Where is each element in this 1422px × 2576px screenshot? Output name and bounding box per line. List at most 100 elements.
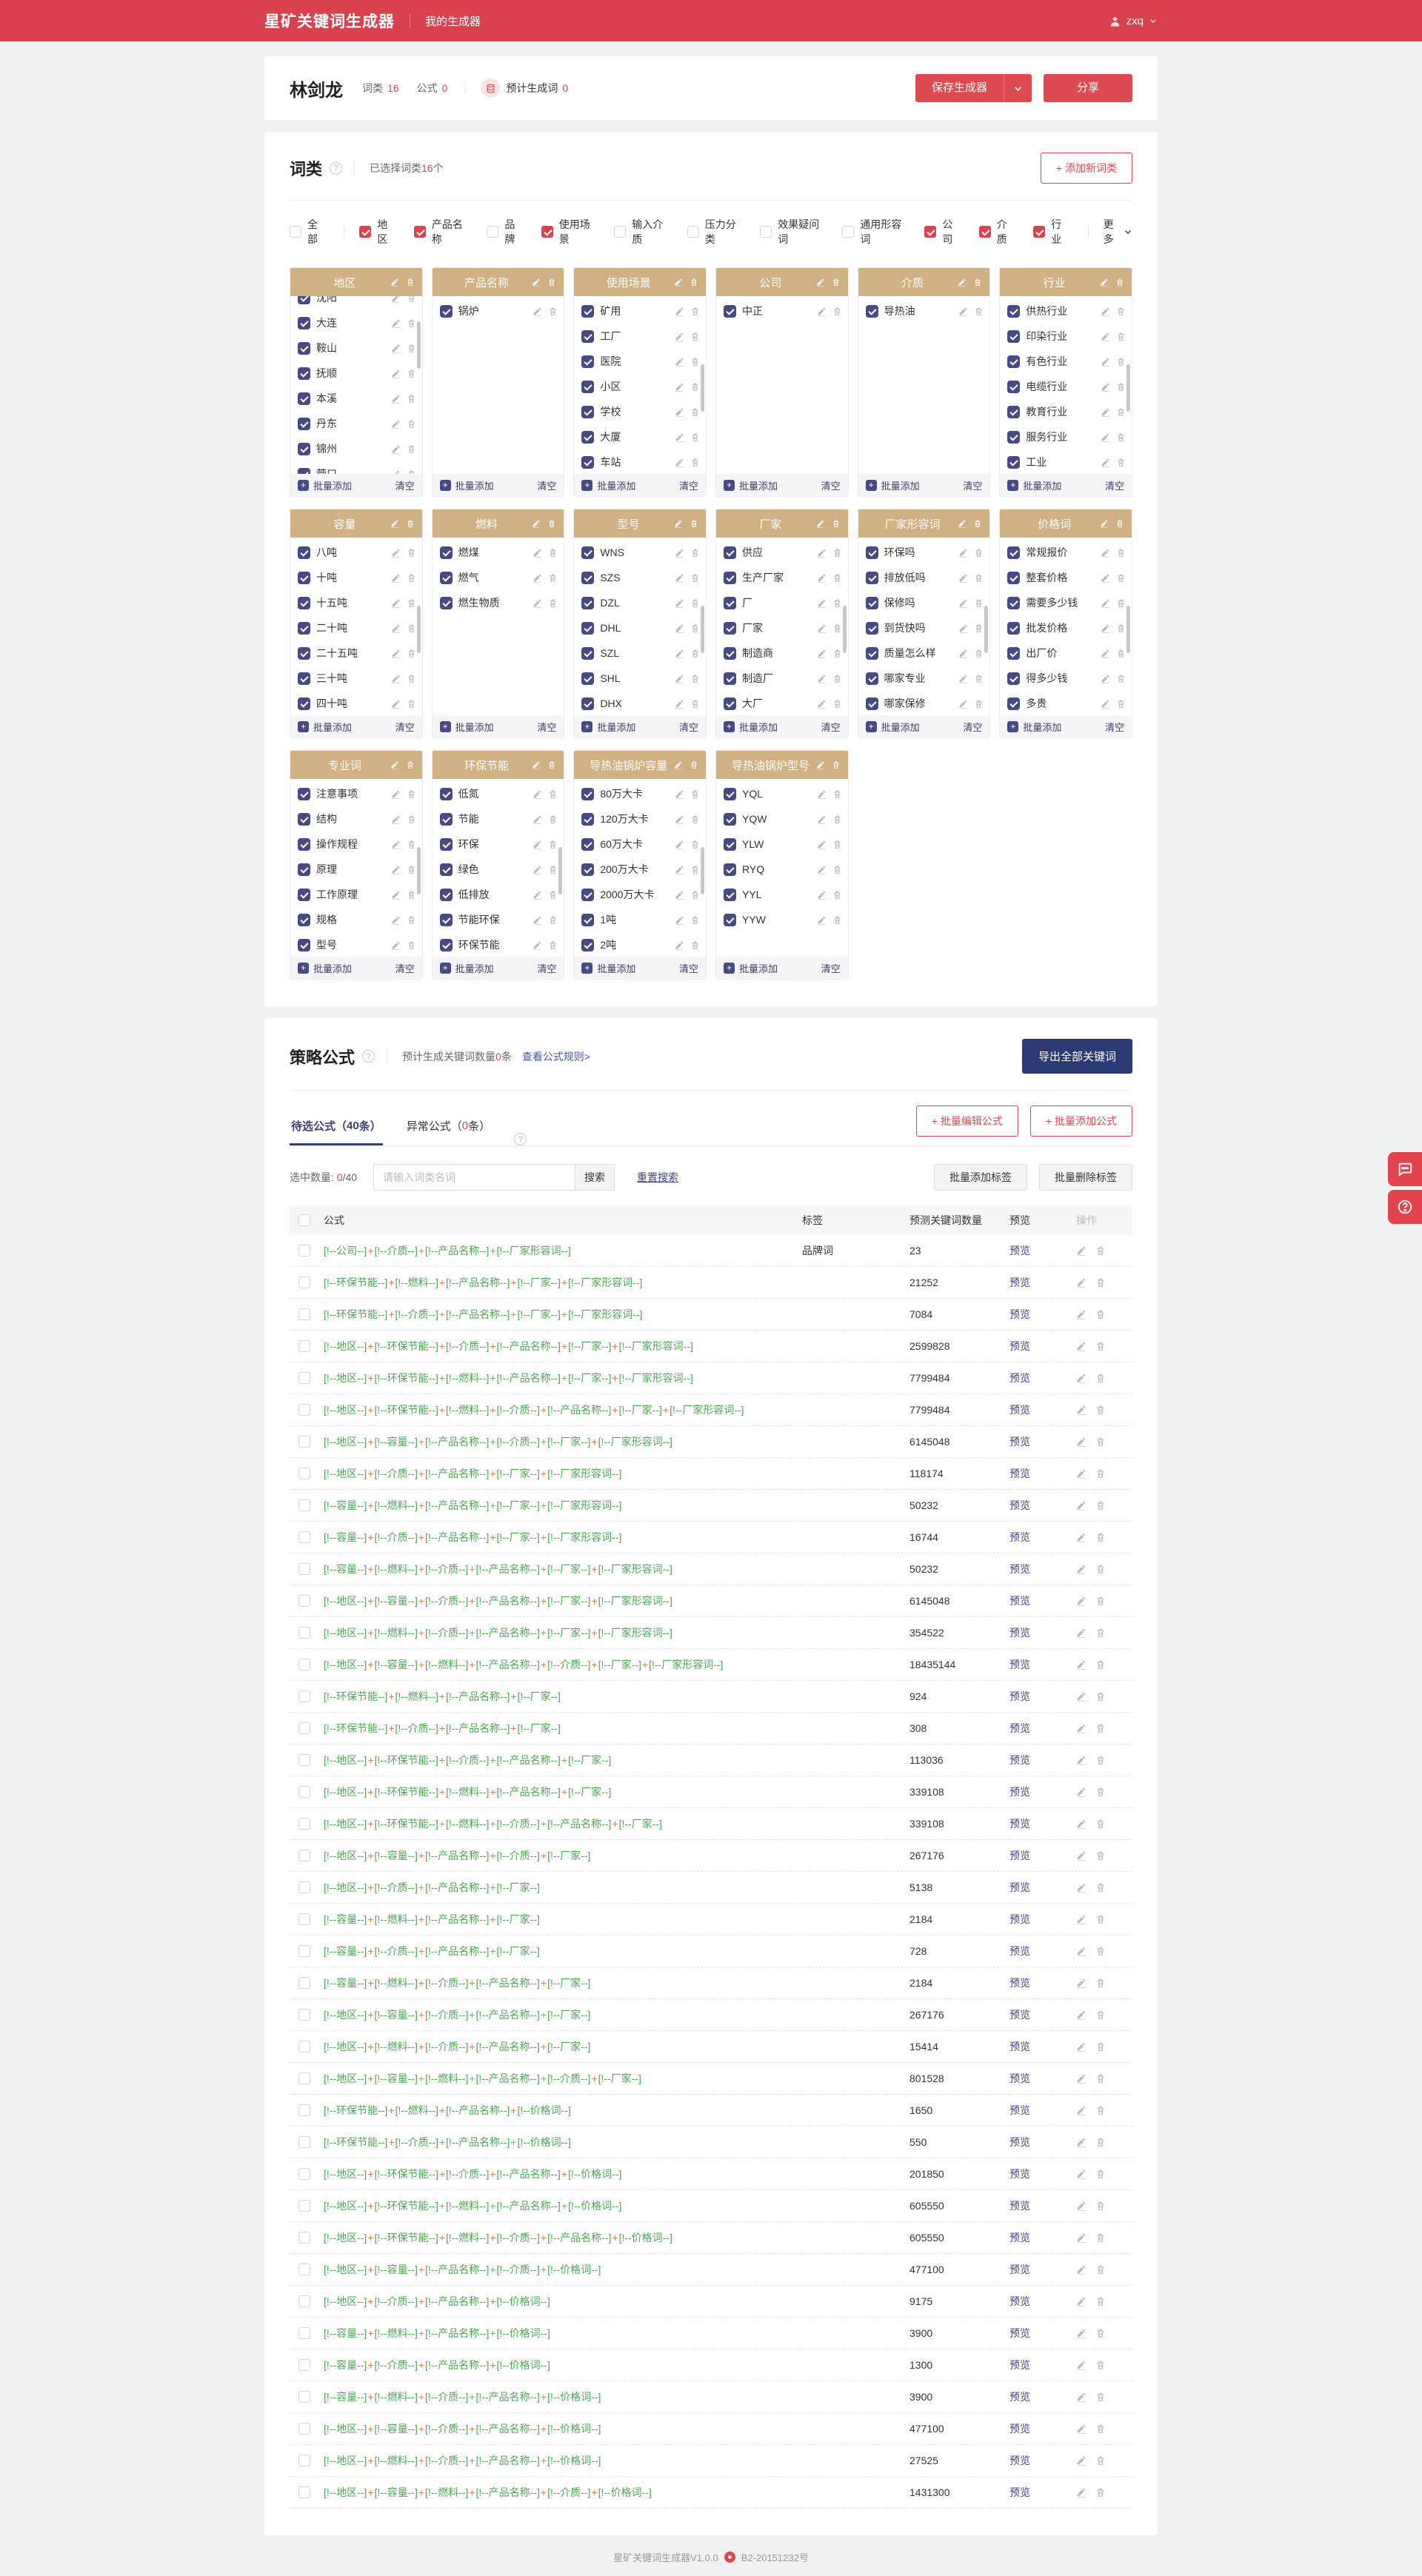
batch-add-button[interactable]: + 批量添加 — [439, 961, 494, 975]
word-checkbox[interactable] — [298, 442, 310, 455]
trash-icon[interactable] — [1095, 2073, 1106, 2084]
filter-checkbox-通用形容词[interactable]: 通用形容词 — [842, 217, 904, 247]
reset-search-link[interactable]: 重置搜索 — [637, 1170, 678, 1185]
trash-icon[interactable] — [1095, 1787, 1106, 1797]
word-checkbox[interactable] — [1007, 596, 1021, 609]
trash-icon[interactable] — [407, 318, 416, 328]
pencil-icon[interactable] — [1101, 598, 1110, 608]
pencil-icon[interactable] — [675, 789, 684, 799]
preview-link[interactable]: 预览 — [1009, 2041, 1030, 2053]
trash-icon[interactable] — [1095, 1341, 1106, 1351]
search-input[interactable] — [373, 1164, 575, 1191]
scrollbar-thumb[interactable] — [984, 606, 989, 653]
pencil-icon[interactable] — [675, 674, 684, 683]
filter-checkbox-公司[interactable]: 公司 — [924, 217, 958, 247]
word-checkbox[interactable] — [439, 938, 453, 951]
preview-link[interactable]: 预览 — [1009, 2264, 1030, 2275]
clear-button[interactable]: 清空 — [679, 720, 698, 734]
trash-icon[interactable] — [974, 674, 984, 683]
pencil-icon[interactable] — [1101, 407, 1110, 417]
pencil-icon[interactable] — [958, 519, 967, 528]
checkbox-unchecked[interactable] — [842, 226, 855, 238]
word-item-list[interactable]: 环保吗 排放低吗 保修吗 到货快吗 质量怎么样 哪家专业 哪家保修 — [858, 538, 990, 715]
trash-icon[interactable] — [1095, 2455, 1106, 2466]
pencil-icon[interactable] — [675, 865, 684, 874]
row-checkbox[interactable] — [298, 1531, 310, 1543]
preview-link[interactable]: 预览 — [1009, 1372, 1030, 1384]
trash-icon[interactable] — [407, 840, 416, 849]
trash-icon[interactable] — [1095, 2264, 1106, 2275]
trash-icon[interactable] — [973, 278, 982, 287]
trash-icon[interactable] — [407, 890, 416, 900]
question-circle-icon[interactable]: ? — [330, 161, 343, 175]
word-checkbox[interactable] — [298, 417, 310, 430]
pencil-icon[interactable] — [1076, 2073, 1086, 2084]
pencil-icon[interactable] — [390, 519, 399, 528]
preview-link[interactable]: 预览 — [1009, 1245, 1030, 1257]
pencil-icon[interactable] — [533, 789, 542, 799]
trash-icon[interactable] — [1095, 1946, 1106, 1956]
preview-link[interactable]: 预览 — [1009, 1436, 1030, 1448]
pencil-icon[interactable] — [1076, 1309, 1086, 1319]
trash-icon[interactable] — [547, 760, 556, 769]
word-checkbox[interactable] — [298, 913, 310, 926]
pencil-icon[interactable] — [958, 548, 968, 558]
preview-link[interactable]: 预览 — [1009, 1722, 1030, 1734]
pencil-icon[interactable] — [1076, 2264, 1086, 2275]
word-checkbox[interactable] — [724, 697, 736, 710]
scrollbar-thumb[interactable] — [416, 321, 421, 369]
pencil-icon[interactable] — [1101, 332, 1110, 341]
clear-button[interactable]: 清空 — [963, 478, 982, 492]
trash-icon[interactable] — [690, 382, 700, 392]
trash-icon[interactable] — [1095, 2423, 1106, 2434]
preview-link[interactable]: 预览 — [1009, 1277, 1030, 1288]
pencil-icon[interactable] — [391, 940, 401, 950]
word-checkbox[interactable] — [298, 296, 310, 304]
scrollbar-thumb[interactable] — [701, 847, 704, 894]
trash-icon[interactable] — [548, 865, 558, 874]
trash-icon[interactable] — [1095, 1436, 1106, 1447]
batch-add-button[interactable]: + 批量添加 — [581, 720, 635, 734]
row-checkbox[interactable] — [298, 1754, 310, 1766]
word-checkbox[interactable] — [581, 697, 595, 710]
preview-link[interactable]: 预览 — [1009, 1977, 1030, 1989]
pencil-icon[interactable] — [533, 573, 542, 583]
preview-link[interactable]: 预览 — [1009, 2104, 1030, 2116]
trash-icon[interactable] — [1095, 2328, 1106, 2338]
row-checkbox[interactable] — [298, 1245, 310, 1257]
trash-icon[interactable] — [1095, 1755, 1106, 1765]
search-button[interactable]: 搜索 — [575, 1164, 615, 1191]
pencil-icon[interactable] — [675, 357, 684, 367]
pencil-icon[interactable] — [533, 890, 542, 900]
trash-icon[interactable] — [690, 814, 700, 824]
row-checkbox[interactable] — [298, 2327, 310, 2339]
pencil-icon[interactable] — [675, 432, 684, 442]
word-checkbox[interactable] — [298, 812, 310, 826]
trash-icon[interactable] — [407, 865, 416, 874]
preview-link[interactable]: 预览 — [1009, 2327, 1030, 2339]
preview-link[interactable]: 预览 — [1009, 2136, 1030, 2148]
trash-icon[interactable] — [974, 699, 984, 709]
pencil-icon[interactable] — [391, 814, 401, 824]
pencil-icon[interactable] — [958, 573, 968, 583]
pencil-icon[interactable] — [675, 699, 684, 709]
row-checkbox[interactable] — [298, 1372, 310, 1384]
pencil-icon[interactable] — [1076, 2105, 1086, 2115]
word-checkbox[interactable] — [724, 812, 736, 826]
scrollbar-thumb[interactable] — [416, 606, 421, 653]
trash-icon[interactable] — [1116, 699, 1126, 709]
trash-icon[interactable] — [690, 915, 700, 925]
clear-button[interactable]: 清空 — [1105, 720, 1124, 734]
word-checkbox[interactable] — [1007, 455, 1021, 469]
pencil-icon[interactable] — [532, 278, 541, 287]
trash-icon[interactable] — [690, 789, 700, 799]
pencil-icon[interactable] — [391, 318, 401, 328]
pencil-icon[interactable] — [1076, 2423, 1086, 2434]
pencil-icon[interactable] — [675, 548, 684, 558]
pencil-icon[interactable] — [391, 840, 401, 849]
row-checkbox[interactable] — [298, 1786, 310, 1798]
filter-checkbox-效果疑问词[interactable]: 效果疑问词 — [760, 217, 822, 247]
batch-add-button[interactable]: + 批量添加 — [1007, 478, 1061, 492]
pencil-icon[interactable] — [674, 760, 683, 769]
preview-link[interactable]: 预览 — [1009, 2168, 1030, 2180]
